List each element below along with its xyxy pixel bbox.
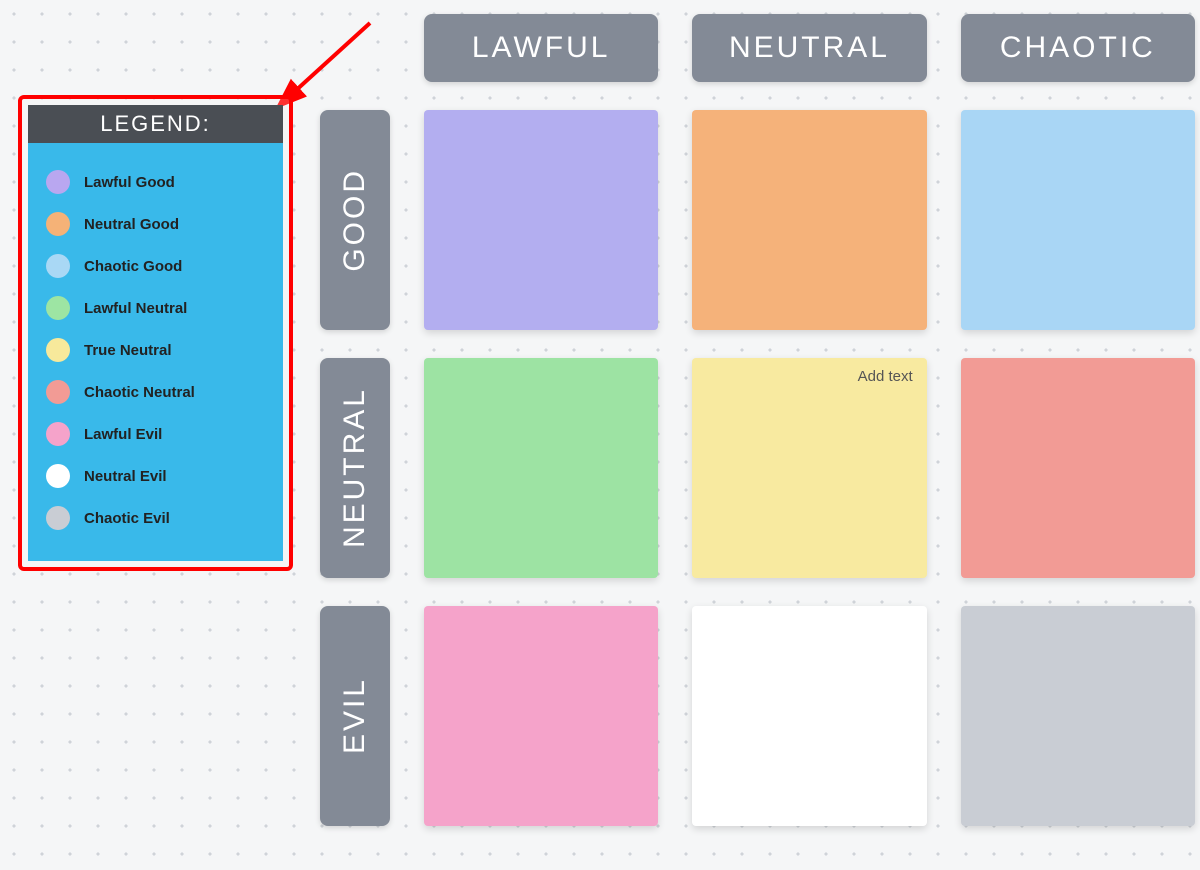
alignment-cell[interactable] [424,358,658,578]
legend-swatch [46,464,70,488]
legend-item: Neutral Evil [42,455,269,497]
legend-swatch [46,170,70,194]
legend-label: Neutral Good [84,216,179,233]
column-header[interactable]: LAWFUL [424,14,658,82]
legend-swatch [46,380,70,404]
legend-label: Neutral Evil [84,468,167,485]
legend-item: True Neutral [42,329,269,371]
legend-swatch [46,296,70,320]
row-header-label: GOOD [338,168,372,272]
cell-placeholder[interactable]: Add text [858,368,913,385]
alignment-cell[interactable] [424,606,658,826]
grid-corner [320,14,390,82]
alignment-cell[interactable] [961,358,1195,578]
legend-swatch [46,506,70,530]
row-header[interactable]: EVIL [320,606,390,826]
alignment-cell[interactable] [961,110,1195,330]
legend-item: Chaotic Evil [42,497,269,539]
alignment-grid: LAWFUL NEUTRAL CHAOTIC GOOD NEUTRAL Add text E… [320,14,1195,826]
legend-label: Lawful Evil [84,426,162,443]
legend-swatch [46,338,70,362]
legend-item: Lawful Good [42,161,269,203]
legend-item: Neutral Good [42,203,269,245]
legend-item: Chaotic Good [42,245,269,287]
alignment-cell[interactable] [961,606,1195,826]
legend-title: LEGEND: [28,105,283,143]
legend-panel: LEGEND: Lawful Good Neutral Good Chaotic G… [18,95,293,571]
legend-item: Lawful Evil [42,413,269,455]
alignment-cell[interactable] [692,606,926,826]
legend-item: Chaotic Neutral [42,371,269,413]
column-header[interactable]: CHAOTIC [961,14,1195,82]
legend-label: Lawful Good [84,174,175,191]
legend-swatch [46,254,70,278]
legend-label: True Neutral [84,342,172,359]
legend-swatch [46,212,70,236]
row-header-label: NEUTRAL [338,387,372,548]
legend-label: Chaotic Neutral [84,384,195,401]
alignment-cell[interactable] [424,110,658,330]
legend-swatch [46,422,70,446]
legend-item: Lawful Neutral [42,287,269,329]
legend-body: Lawful Good Neutral Good Chaotic Good Lawfu… [28,143,283,561]
row-header[interactable]: NEUTRAL [320,358,390,578]
row-header-label: EVIL [338,677,372,754]
legend-label: Lawful Neutral [84,300,187,317]
alignment-cell[interactable] [692,110,926,330]
alignment-cell[interactable]: Add text [692,358,926,578]
legend-label: Chaotic Evil [84,510,170,527]
column-header[interactable]: NEUTRAL [692,14,926,82]
legend-label: Chaotic Good [84,258,182,275]
row-header[interactable]: GOOD [320,110,390,330]
